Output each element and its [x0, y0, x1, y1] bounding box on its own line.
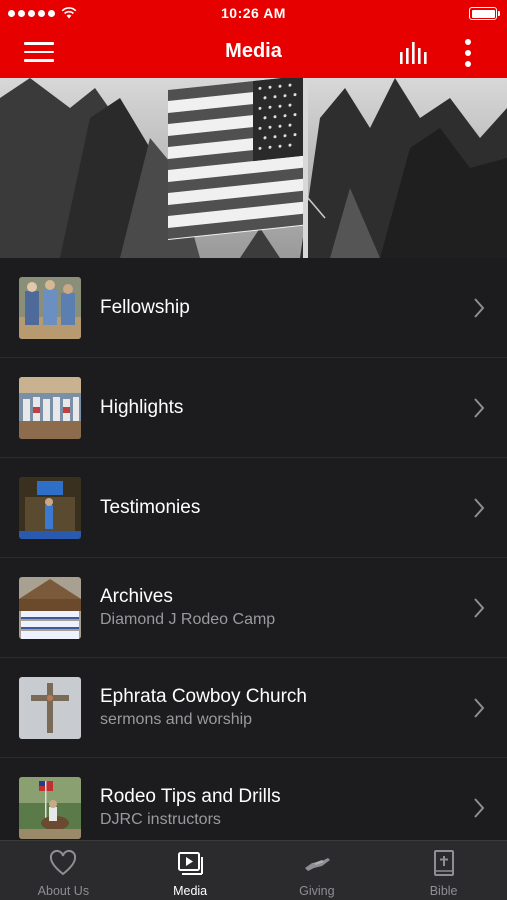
item-text: Ephrata Cowboy Church sermons and worshi…: [100, 658, 307, 758]
item-title: Fellowship: [100, 297, 190, 318]
chevron-right-icon: [474, 398, 485, 418]
item-text: Highlights: [100, 358, 183, 458]
cross-thumbnail: [19, 677, 81, 739]
bible-icon: [433, 850, 454, 876]
tab-label: Media: [173, 884, 208, 898]
hero-banner: [0, 78, 507, 258]
chevron-right-icon: [474, 298, 485, 318]
item-subtitle: DJRC instructors: [100, 811, 221, 828]
list-item-fellowship[interactable]: Fellowship: [0, 258, 507, 358]
tab-bible[interactable]: Bible: [380, 841, 507, 900]
highlights-thumbnail: [19, 377, 81, 439]
fellowship-thumbnail: [19, 277, 81, 339]
item-title: Testimonies: [100, 497, 201, 518]
item-title: Rodeo Tips and Drills: [100, 786, 281, 807]
list-item-archives[interactable]: Archives Diamond J Rodeo Camp: [0, 558, 507, 658]
page-title: Media: [225, 40, 282, 62]
testimonies-thumbnail: [19, 477, 81, 539]
nav-bar: Media: [0, 28, 507, 78]
giving-hand-icon: [304, 858, 330, 871]
list-item-rodeo-tips-and-drills[interactable]: Rodeo Tips and Drills DJRC instructors: [0, 758, 507, 840]
chevron-right-icon: [474, 598, 485, 618]
list-item-testimonies[interactable]: Testimonies: [0, 458, 507, 558]
item-text: Testimonies: [100, 458, 200, 558]
tab-giving[interactable]: Giving: [254, 841, 381, 900]
item-subtitle: sermons and worship: [100, 711, 253, 728]
chevron-right-icon: [474, 798, 485, 818]
tab-label: Giving: [299, 884, 335, 898]
item-title: Ephrata Cowboy Church: [100, 686, 307, 707]
more-vertical-icon[interactable]: [456, 38, 480, 68]
tab-media[interactable]: Media: [127, 841, 254, 900]
item-title: Archives: [100, 586, 173, 607]
tab-label: Bible: [429, 884, 458, 898]
item-title: Highlights: [100, 397, 184, 418]
list-item-highlights[interactable]: Highlights: [0, 358, 507, 458]
tab-bar: About Us Media Giving Bible: [0, 840, 507, 900]
audio-bars-icon[interactable]: [398, 40, 430, 66]
item-text: Archives Diamond J Rodeo Camp: [100, 558, 275, 658]
rodeo-thumbnail: [19, 777, 81, 839]
item-subtitle: Diamond J Rodeo Camp: [100, 611, 276, 628]
heart-icon: [50, 849, 77, 876]
item-text: Rodeo Tips and Drills DJRC instructors: [100, 758, 281, 840]
american-flag-photo: [0, 78, 507, 258]
status-bar: 10:26 AM: [0, 0, 507, 28]
status-time: 10:26 AM: [221, 5, 286, 21]
media-list: Fellowship Highlights Testimonies Archiv…: [0, 258, 507, 840]
battery-icon: [469, 7, 500, 20]
item-text: Fellowship: [100, 258, 190, 358]
list-item-ephrata-cowboy-church[interactable]: Ephrata Cowboy Church sermons and worshi…: [0, 658, 507, 758]
tab-label: About Us: [37, 884, 90, 898]
tab-about-us[interactable]: About Us: [0, 841, 127, 900]
media-player-icon: [178, 852, 204, 875]
chevron-right-icon: [474, 698, 485, 718]
chevron-right-icon: [474, 498, 485, 518]
archives-thumbnail: [19, 577, 81, 639]
